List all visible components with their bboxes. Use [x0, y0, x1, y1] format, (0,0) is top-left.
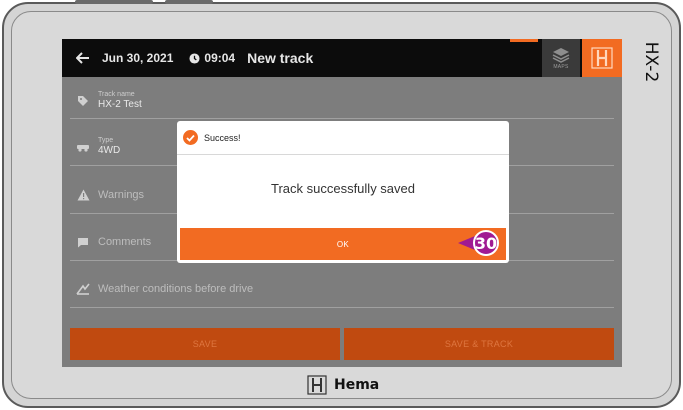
tag-icon	[74, 92, 92, 110]
clock-icon	[189, 52, 200, 64]
back-button[interactable]	[68, 39, 98, 77]
maps-button[interactable]: MAPS	[542, 39, 580, 77]
track-name-value: HX-2 Test	[98, 99, 142, 110]
dialog-message: Track successfully saved	[270, 181, 415, 196]
comments-label: Comments	[98, 236, 152, 248]
type-value: 4WD	[98, 145, 121, 156]
screen: Jun 30, 2021 09:04 New track MAPS Track …	[62, 39, 622, 367]
page-title: New track	[247, 50, 314, 66]
track-date: Jun 30, 2021	[102, 51, 174, 65]
app-bar: Jun 30, 2021 09:04 New track MAPS	[62, 39, 622, 77]
dialog-header: Success!	[177, 121, 509, 155]
step-callout: 30	[458, 230, 508, 256]
warning-icon	[74, 186, 92, 204]
back-arrow-icon	[76, 52, 89, 64]
track-time-text: 09:04	[204, 51, 236, 65]
warnings-label: Warnings	[98, 189, 145, 201]
save-button[interactable]: SAVE	[70, 328, 340, 360]
weather-field[interactable]: Weather conditions before drive	[70, 271, 614, 308]
dialog-title: Success!	[204, 132, 241, 143]
vehicle-icon	[74, 138, 92, 156]
device-model-label: HX-2	[641, 41, 661, 83]
save-and-track-button[interactable]: SAVE & TRACK	[344, 328, 614, 360]
volume-button	[75, 0, 153, 4]
type-label: Type	[98, 137, 114, 144]
track-name-field[interactable]: Track name HX-2 Test	[70, 84, 614, 119]
brand-name: Hema	[334, 377, 380, 393]
track-time: 09:04	[189, 51, 235, 65]
maps-label: MAPS	[553, 63, 569, 70]
weather-label: Weather conditions before drive	[98, 283, 254, 295]
callout-number: 30	[473, 230, 499, 256]
hema-logo-icon	[591, 47, 613, 69]
power-button	[165, 0, 213, 4]
layers-icon	[552, 47, 570, 63]
orange-indicator	[510, 39, 538, 42]
hema-logo-icon	[307, 375, 327, 395]
track-name-label: Track name	[98, 91, 135, 98]
weather-icon	[74, 280, 92, 298]
comment-icon	[74, 233, 92, 251]
brand-logo: Hema	[306, 374, 379, 396]
hema-menu-button[interactable]	[582, 39, 622, 77]
check-icon	[183, 130, 198, 145]
